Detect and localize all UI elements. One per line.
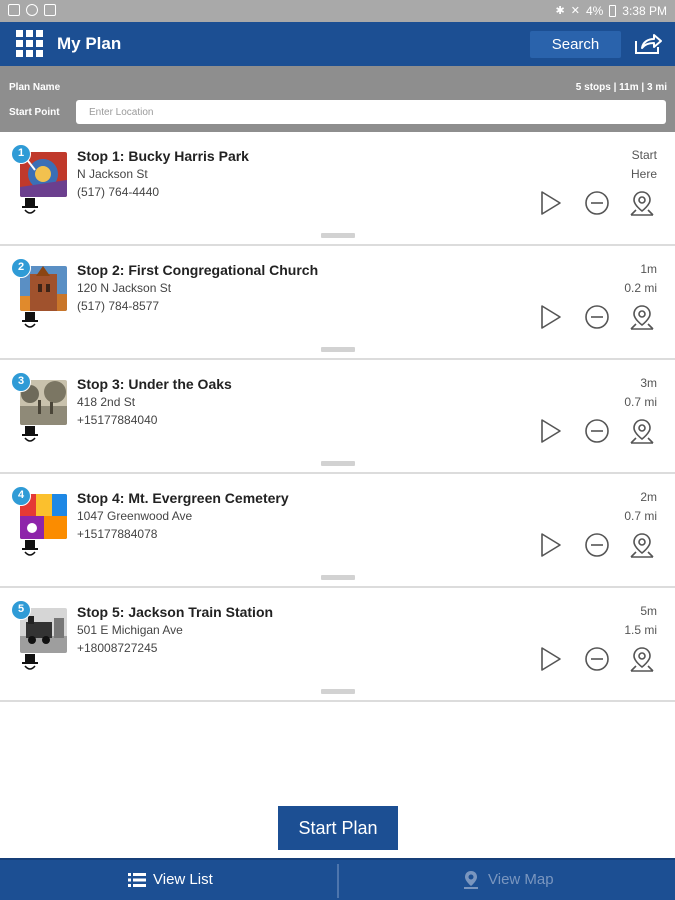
stop-title: Stop 2: First Congregational Church xyxy=(77,262,319,278)
status-notifications xyxy=(8,4,56,16)
gallery-icon xyxy=(8,4,20,16)
remove-stop-icon[interactable] xyxy=(583,189,611,217)
map-marker-icon xyxy=(464,871,478,889)
drag-handle[interactable] xyxy=(321,233,355,238)
map-pin-icon[interactable] xyxy=(628,531,656,559)
plan-name-label: Plan Name xyxy=(9,82,61,93)
stop-address: N Jackson St xyxy=(77,167,148,181)
top-hat-icon xyxy=(22,198,38,214)
page-title: My Plan xyxy=(57,34,122,53)
battery-percent: 4% xyxy=(585,4,604,18)
stop-card[interactable]: 1 Stop 1: Bucky Harris Park N Jackson St… xyxy=(0,132,675,246)
stop-time: 1m xyxy=(640,262,657,276)
stop-phone[interactable]: (517) 784-8577 xyxy=(77,299,159,313)
remove-stop-icon[interactable] xyxy=(583,531,611,559)
stop-title: Stop 1: Bucky Harris Park xyxy=(77,148,249,164)
stop-phone[interactable]: +18008727245 xyxy=(77,641,157,655)
top-hat-icon xyxy=(22,312,38,328)
view-map-tab[interactable]: View Map xyxy=(339,860,675,900)
stop-number-badge: 5 xyxy=(11,600,31,620)
stop-address: 501 E Michigan Ave xyxy=(77,623,183,637)
play-icon[interactable] xyxy=(536,303,564,331)
remove-stop-icon[interactable] xyxy=(583,303,611,331)
stop-address: 1047 Greenwood Ave xyxy=(77,509,193,523)
image-icon xyxy=(44,4,56,16)
stop-time: 2m xyxy=(640,490,657,504)
apps-grid-icon[interactable] xyxy=(16,30,43,57)
stop-distance: 0.7 mi xyxy=(624,509,657,523)
bluetooth-icon: ✱ xyxy=(555,5,565,17)
drag-handle[interactable] xyxy=(321,689,355,694)
stop-card[interactable]: 2 Stop 2: First Congregational Church 12… xyxy=(0,246,675,360)
stop-number-badge: 2 xyxy=(11,258,31,278)
play-icon[interactable] xyxy=(536,645,564,673)
start-plan-button[interactable]: Start Plan xyxy=(278,806,398,850)
stop-number-badge: 4 xyxy=(11,486,31,506)
plan-summary: 5 stops | 11m | 3 mi xyxy=(575,82,667,93)
stop-title: Stop 3: Under the Oaks xyxy=(77,376,232,392)
view-list-tab[interactable]: View List xyxy=(0,860,337,900)
app-bar: My Plan Search xyxy=(0,22,675,66)
list-icon xyxy=(128,873,146,887)
start-point-input[interactable] xyxy=(76,100,666,124)
view-list-label: View List xyxy=(153,871,213,888)
share-icon[interactable] xyxy=(633,32,663,56)
map-pin-icon[interactable] xyxy=(628,189,656,217)
stop-phone[interactable]: (517) 764-4440 xyxy=(77,185,159,199)
map-pin-icon[interactable] xyxy=(628,645,656,673)
stop-distance: 0.2 mi xyxy=(624,281,657,295)
top-hat-icon xyxy=(22,654,38,670)
stop-time: 5m xyxy=(640,604,657,618)
stop-card[interactable]: 4 Stop 4: Mt. Evergreen Cemetery 1047 Gr… xyxy=(0,474,675,588)
plan-header: Plan Name 5 stops | 11m | 3 mi Start Poi… xyxy=(0,66,675,132)
map-pin-icon[interactable] xyxy=(628,303,656,331)
stop-card[interactable]: 3 Stop 3: Under the Oaks 418 2nd St +151… xyxy=(0,360,675,474)
top-hat-icon xyxy=(22,426,38,442)
start-point-label: Start Point xyxy=(9,107,60,118)
battery-icon xyxy=(609,5,617,17)
stop-card[interactable]: 5 Stop 5: Jackson Train Station 501 E Mi… xyxy=(0,588,675,702)
search-button[interactable]: Search xyxy=(530,31,621,58)
stop-title: Stop 5: Jackson Train Station xyxy=(77,604,274,620)
stop-distance: 0.7 mi xyxy=(624,395,657,409)
stop-list: 1 Stop 1: Bucky Harris Park N Jackson St… xyxy=(0,132,675,702)
stop-phone[interactable]: +15177884040 xyxy=(77,413,157,427)
stop-distance: Here xyxy=(630,167,657,181)
remove-stop-icon[interactable] xyxy=(583,417,611,445)
drag-handle[interactable] xyxy=(321,347,355,352)
sync-icon xyxy=(26,4,38,16)
play-icon[interactable] xyxy=(536,189,564,217)
stop-distance: 1.5 mi xyxy=(624,623,657,637)
play-icon[interactable] xyxy=(536,531,564,559)
stop-time: 3m xyxy=(640,376,657,390)
stop-phone[interactable]: +15177884078 xyxy=(77,527,157,541)
stop-address: 418 2nd St xyxy=(77,395,136,409)
bottom-nav: View List View Map xyxy=(0,858,675,900)
drag-handle[interactable] xyxy=(321,461,355,466)
stop-title: Stop 4: Mt. Evergreen Cemetery xyxy=(77,490,289,506)
clock: 3:38 PM xyxy=(622,4,667,18)
status-bar: ✱ ✕ 4% 3:38 PM xyxy=(0,0,675,22)
view-map-label: View Map xyxy=(488,871,554,888)
map-pin-icon[interactable] xyxy=(628,417,656,445)
play-icon[interactable] xyxy=(536,417,564,445)
mute-icon: ✕ xyxy=(570,5,580,17)
stop-number-badge: 1 xyxy=(11,144,31,164)
drag-handle[interactable] xyxy=(321,575,355,580)
stop-number-badge: 3 xyxy=(11,372,31,392)
stop-address: 120 N Jackson St xyxy=(77,281,172,295)
top-hat-icon xyxy=(22,540,38,556)
remove-stop-icon[interactable] xyxy=(583,645,611,673)
stop-time: Start xyxy=(631,148,657,162)
status-system: ✱ ✕ 4% 3:38 PM xyxy=(556,4,667,18)
